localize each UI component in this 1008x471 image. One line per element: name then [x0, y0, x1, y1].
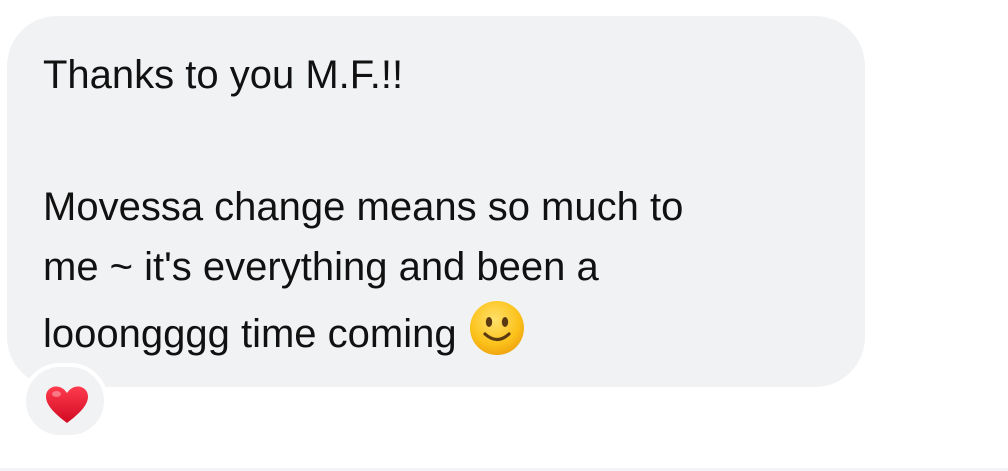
message-text-line-content: looongggg time coming	[43, 312, 457, 357]
message-text-line: Thanks to you M.F.!!	[43, 53, 404, 97]
slightly-smiling-face-icon	[469, 300, 525, 367]
chat-view: Thanks to you M.F.!! Movessa change mean…	[0, 0, 1008, 471]
message-text-line: Movessa change means so much to	[43, 185, 684, 229]
red-heart-icon	[46, 386, 88, 423]
message-text-line: me ~ it's everything and been a	[43, 245, 599, 289]
message-text-line: looongggg time coming	[43, 300, 525, 370]
reaction-badge[interactable]	[22, 363, 108, 439]
